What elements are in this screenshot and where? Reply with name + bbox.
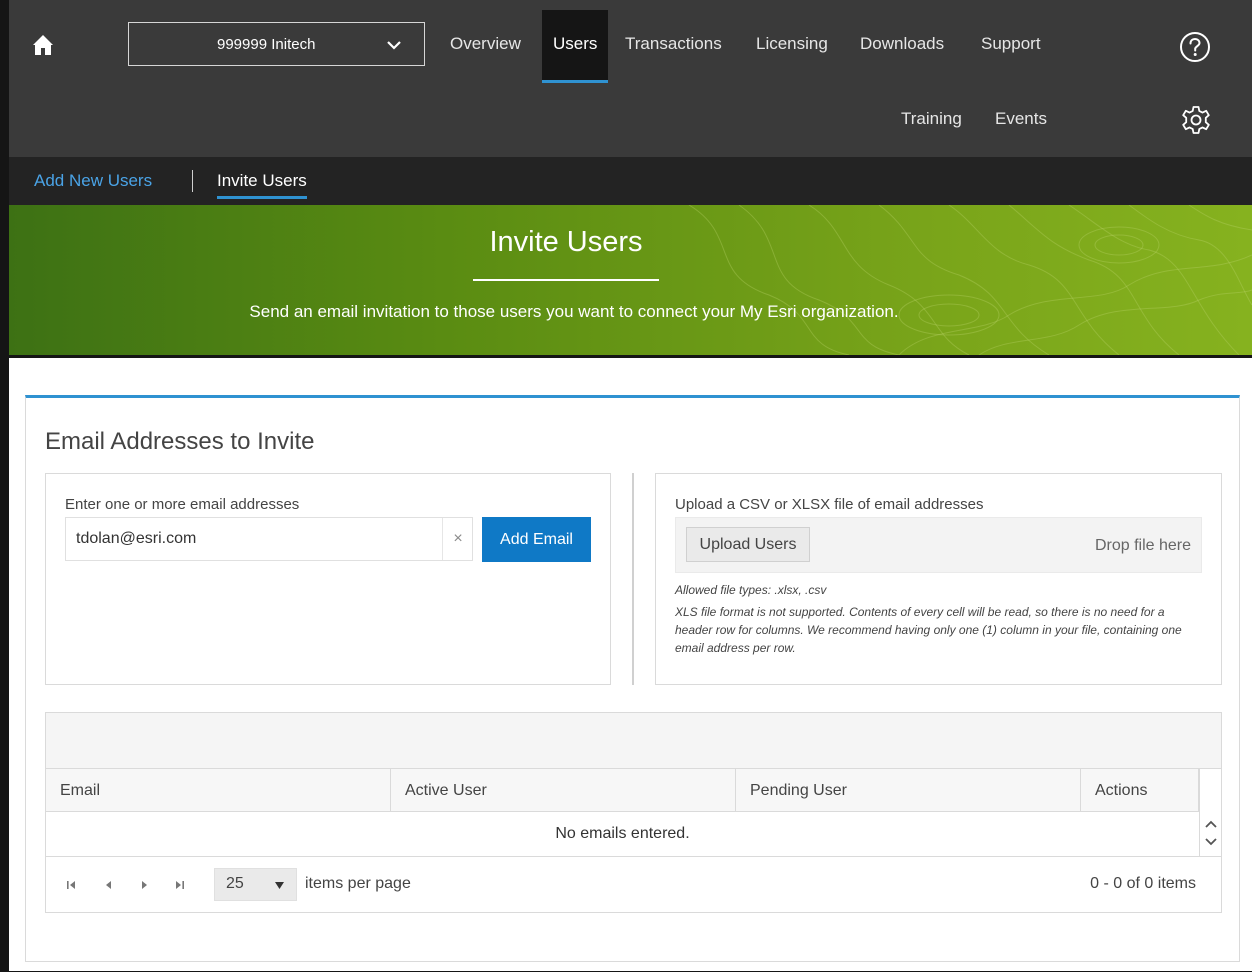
email-field-label: Enter one or more email addresses [65,496,300,513]
upload-label: Upload a CSV or XLSX file of email addre… [675,496,984,513]
banner-divider [9,355,1252,358]
page-banner: Invite Users Send an email invitation to… [9,205,1252,355]
email-field-value: tdolan@esri.com [76,530,197,547]
prev-page-icon[interactable] [101,878,115,892]
nav-licensing[interactable]: Licensing [756,34,828,54]
home-icon[interactable] [32,34,54,56]
subnav-divider [192,170,193,192]
page-title: Invite Users [489,226,643,258]
upload-note: XLS file format is not supported. Conten… [675,605,1182,655]
section-title: Email Addresses to Invite [45,428,315,455]
column-header-pending-user[interactable]: Pending User [736,769,1081,812]
add-email-button[interactable]: Add Email [482,517,591,562]
title-rule [473,279,659,281]
upload-users-button[interactable]: Upload Users [686,527,810,562]
page-info: 0 - 0 of 0 items [1090,875,1196,892]
scroll-down-icon[interactable] [1203,835,1219,849]
gear-icon[interactable] [1180,104,1212,136]
nav-users[interactable]: Users [542,10,609,83]
nav-training[interactable]: Training [901,109,962,129]
page-size-label: items per page [305,875,411,892]
scroll-up-icon[interactable] [1203,817,1219,831]
clear-icon[interactable]: × [442,518,473,560]
page-size-select[interactable]: 25 [214,868,297,901]
page-size-value: 25 [226,875,244,892]
org-select[interactable]: 999999 Initech [128,22,425,66]
file-dropzone[interactable]: Upload Users Drop file here [675,517,1202,573]
grid-pager: 25 items per page 0 - 0 of 0 items [46,856,1221,912]
nav-overview[interactable]: Overview [450,34,521,54]
column-header-active-user[interactable]: Active User [391,769,736,812]
sub-nav: Add New Users Invite Users [9,157,1252,205]
column-header-actions: Actions [1081,769,1199,812]
invite-card: Email Addresses to Invite Enter one or m… [25,395,1240,962]
drop-file-text: Drop file here [1094,537,1191,554]
page-subtitle: Send an email invitation to those users … [249,302,899,321]
vertical-scrollbar[interactable] [1199,769,1221,857]
chevron-down-icon [387,41,401,50]
top-nav: 999999 Initech Overview Users Transactio… [9,0,1252,157]
panel-separator [632,473,634,685]
empty-message: No emails entered. [555,825,690,842]
grid-header: Email Active User Pending User Actions [46,769,1221,812]
email-entry-panel: Enter one or more email addresses tdolan… [45,473,611,685]
app-frame: 999999 Initech Overview Users Transactio… [0,0,1252,972]
nav-events[interactable]: Events [995,109,1047,129]
grid-body: No emails entered. [46,812,1199,856]
caret-down-icon [275,882,284,889]
next-page-icon[interactable] [138,878,152,892]
grid-toolbar [46,713,1221,769]
tab-add-new-users[interactable]: Add New Users [34,171,152,191]
nav-downloads[interactable]: Downloads [860,34,944,54]
nav-transactions[interactable]: Transactions [625,34,722,54]
upload-panel: Upload a CSV or XLSX file of email addre… [655,473,1222,685]
org-select-label: 999999 Initech [217,36,316,53]
email-grid: Email Active User Pending User Actions N… [45,712,1222,913]
column-header-email[interactable]: Email [46,769,391,812]
tab-invite-users[interactable]: Invite Users [217,171,307,199]
allowed-file-types: Allowed file types: .xlsx, .csv [675,583,827,597]
first-page-icon[interactable] [64,878,78,892]
last-page-icon[interactable] [173,878,187,892]
help-icon[interactable] [1179,31,1211,63]
email-field[interactable]: tdolan@esri.com × [65,517,473,561]
nav-support[interactable]: Support [981,34,1041,54]
